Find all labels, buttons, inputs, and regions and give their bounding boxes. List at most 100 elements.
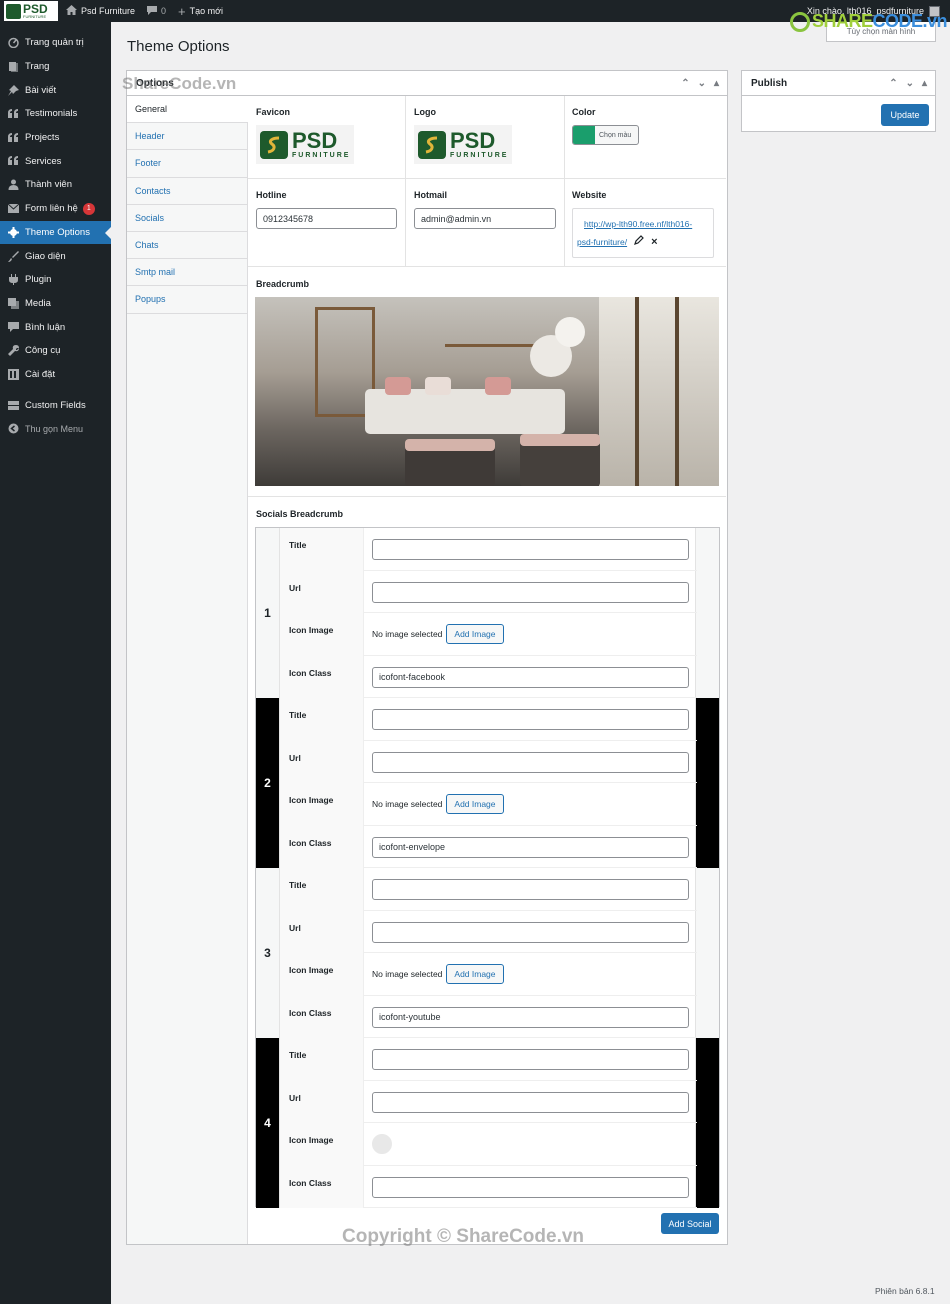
sidebar-item-công-cụ[interactable]: Công cụ xyxy=(0,339,111,363)
tab-popups[interactable]: Popups xyxy=(127,286,247,314)
watermark-mid: ShareCode.vn xyxy=(122,74,237,93)
tab-general[interactable]: General xyxy=(127,96,248,124)
sidebar-item-services[interactable]: Services xyxy=(0,149,111,173)
tab-contacts[interactable]: Contacts xyxy=(127,178,247,205)
sidebar-item-label: Services xyxy=(25,155,62,167)
sidebar-item-bình-luận[interactable]: Bình luận xyxy=(0,315,111,339)
comments-link[interactable]: 0 xyxy=(141,0,172,22)
user-icon xyxy=(7,179,19,191)
publish-box-header: Publish ⌃ ⌄ ▴ xyxy=(742,71,935,96)
row-number[interactable]: 3 xyxy=(256,868,279,1038)
move-up-icon[interactable]: ⌃ xyxy=(681,78,689,89)
add-social-button[interactable]: Add Social xyxy=(661,1213,719,1234)
sidebar-item-custom-fields[interactable]: Custom Fields xyxy=(0,393,111,417)
add-image-button[interactable]: Add Image xyxy=(446,624,504,644)
sidebar-item-form-liên-hệ[interactable]: Form liên hệ 1 xyxy=(0,197,111,221)
row-number[interactable]: 2 xyxy=(256,698,279,868)
icon-image-thumbnail[interactable] xyxy=(372,1134,392,1154)
row-number[interactable]: 4 xyxy=(256,1038,279,1208)
icon-class-value: icofont-facebook xyxy=(379,672,446,682)
title-input[interactable] xyxy=(372,539,689,560)
icon-class-input[interactable]: icofont-facebook xyxy=(372,666,689,688)
sidebar-item-label: Cài đặt xyxy=(25,368,56,380)
sidebar-item-bài-viết[interactable]: Bài viết xyxy=(0,78,111,102)
sidebar-item-label: Projects xyxy=(25,132,60,144)
row-number[interactable]: 1 xyxy=(256,528,279,698)
tab-socials[interactable]: Socials xyxy=(127,205,247,232)
mail-icon xyxy=(7,203,19,215)
wrench-icon xyxy=(7,345,19,357)
sidebar-item-label: Bình luận xyxy=(25,321,66,333)
favicon-big-text: PSD xyxy=(292,128,338,153)
move-up-icon[interactable]: ⌃ xyxy=(889,78,897,89)
field-icon-image: Icon Image xyxy=(280,1123,697,1166)
update-button[interactable]: Update xyxy=(881,104,929,126)
move-down-icon[interactable]: ⌄ xyxy=(698,78,706,89)
tab-smtp-mail[interactable]: Smtp mail xyxy=(127,259,247,287)
site-name-link[interactable]: Psd Furniture xyxy=(60,0,141,22)
title-input[interactable] xyxy=(372,709,689,730)
sidebar-item-trang[interactable]: Trang xyxy=(0,55,111,79)
sidebar-item-projects[interactable]: Projects xyxy=(0,126,111,150)
color-picker-label: Chọn màu xyxy=(599,131,632,139)
close-icon[interactable]: × xyxy=(651,233,657,251)
quote-icon xyxy=(7,108,19,120)
socials-breadcrumb-label: Socials Breadcrumb xyxy=(256,509,344,519)
comments-count: 0 xyxy=(161,6,167,16)
sidebar-item-testimonials[interactable]: Testimonials xyxy=(0,102,111,126)
row-handle[interactable] xyxy=(696,698,719,868)
add-image-button[interactable]: Add Image xyxy=(446,794,504,814)
icon-class-input[interactable]: icofont-youtube xyxy=(372,1006,689,1028)
pencil-icon[interactable] xyxy=(634,233,644,251)
sidebar-item-media[interactable]: Media xyxy=(0,292,111,316)
favicon-field: Favicon PSD FURNITURE xyxy=(256,107,354,164)
url-input[interactable] xyxy=(372,581,689,603)
title-input[interactable] xyxy=(372,879,689,900)
icon-class-input[interactable]: icofont-envelope xyxy=(372,836,689,858)
color-picker-button[interactable]: Chọn màu xyxy=(572,125,639,145)
new-content-link[interactable]: + Tạo mới xyxy=(172,0,229,22)
no-image-text: No image selected xyxy=(372,969,443,979)
website-link-line1[interactable]: http://wp-lth90.free.nf/lth016- xyxy=(584,219,692,229)
logo-image[interactable]: PSD FURNITURE xyxy=(414,125,512,164)
fields-icon xyxy=(7,399,19,411)
row-handle[interactable] xyxy=(696,528,719,698)
move-down-icon[interactable]: ⌄ xyxy=(906,78,914,89)
sidebar-item-thành-viên[interactable]: Thành viên xyxy=(0,173,111,197)
icon-class-input[interactable] xyxy=(372,1176,689,1198)
hotline-input[interactable]: 0912345678 xyxy=(256,208,397,229)
favicon-label: Favicon xyxy=(256,107,291,117)
tab-header[interactable]: Header xyxy=(127,123,247,151)
favicon-small-text: FURNITURE xyxy=(292,152,351,159)
url-input[interactable] xyxy=(372,751,689,773)
sidebar-item-label: Media xyxy=(25,297,51,309)
field-label: Icon Image xyxy=(280,613,364,656)
sidebar-item-giao-diện[interactable]: Giao diện xyxy=(0,244,111,268)
sidebar-item-theme-options[interactable]: Theme Options xyxy=(0,220,111,245)
favicon-image[interactable]: PSD FURNITURE xyxy=(256,125,354,164)
site-name: Psd Furniture xyxy=(81,6,136,16)
color-swatch xyxy=(573,126,595,144)
add-image-button[interactable]: Add Image xyxy=(446,964,504,984)
watermark-copyright: Copyright © ShareCode.vn xyxy=(342,1226,585,1247)
sidebar-item-trang-quản-trị[interactable]: Trang quản trị xyxy=(0,31,111,55)
title-input[interactable] xyxy=(372,1049,689,1070)
tab-footer[interactable]: Footer xyxy=(127,150,247,178)
toggle-panel-icon[interactable]: ▴ xyxy=(714,78,719,89)
url-input[interactable] xyxy=(372,1091,689,1113)
collapse-menu-button[interactable]: Thu gọn Menu xyxy=(0,417,111,441)
home-icon xyxy=(66,5,77,17)
row-handle[interactable] xyxy=(696,868,719,1038)
sidebar-item-cài-đặt[interactable]: Cài đặt xyxy=(0,363,111,387)
hotmail-input[interactable]: admin@admin.vn xyxy=(414,208,556,229)
breadcrumb-image[interactable] xyxy=(255,297,719,486)
toggle-panel-icon[interactable]: ▴ xyxy=(922,78,927,89)
website-link-line2[interactable]: psd-furniture/ xyxy=(577,233,627,251)
hotmail-label: Hotmail xyxy=(414,190,448,200)
logo-label: Logo xyxy=(414,107,436,117)
sidebar-item-plugin[interactable]: Plugin xyxy=(0,268,111,292)
url-input[interactable] xyxy=(372,921,689,943)
row-handle[interactable] xyxy=(696,1038,719,1208)
tab-chats[interactable]: Chats xyxy=(127,232,247,260)
site-logo[interactable]: PSD FURNITURE xyxy=(0,0,60,22)
